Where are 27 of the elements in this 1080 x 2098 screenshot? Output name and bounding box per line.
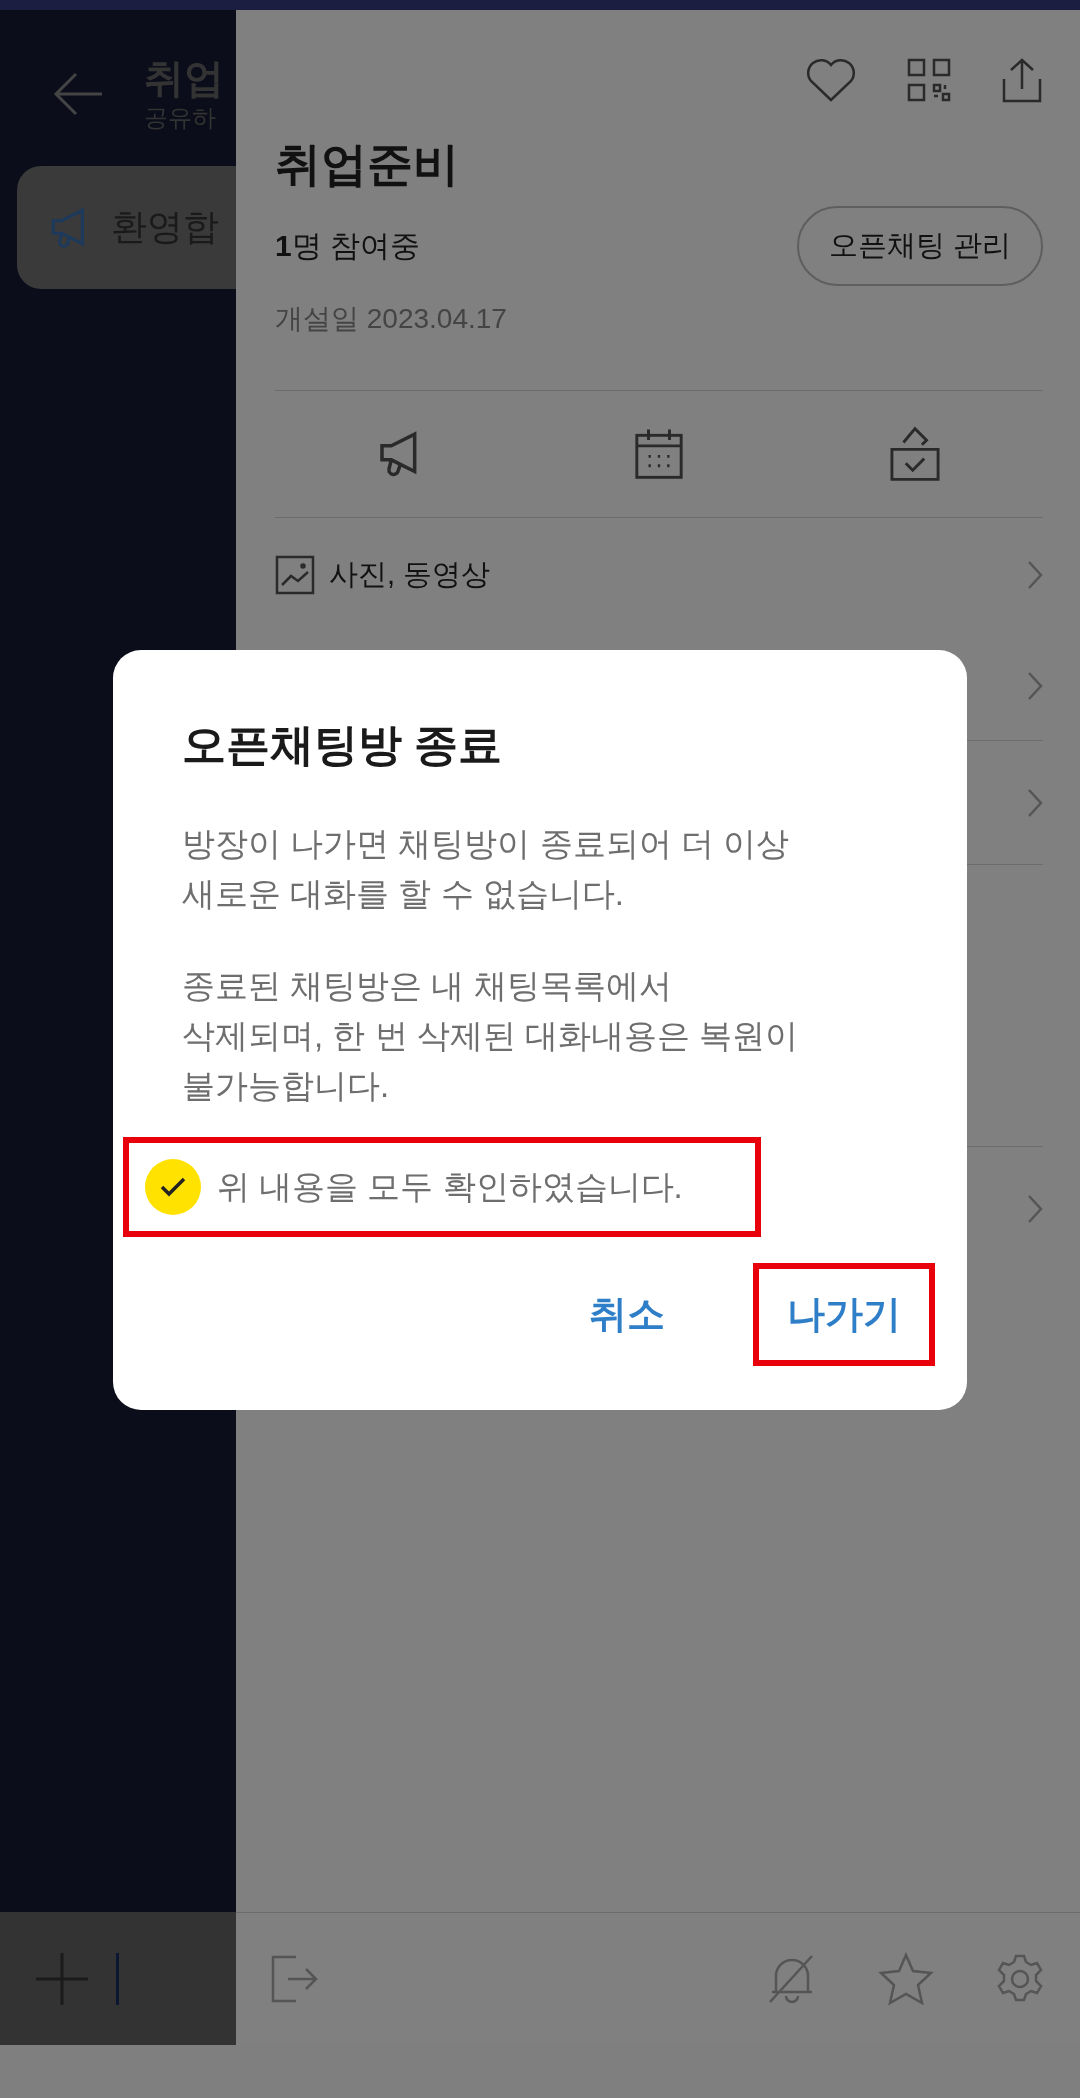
- back-icon[interactable]: [52, 72, 104, 116]
- member-count: 1명 참여중: [275, 227, 421, 264]
- manage-button[interactable]: 오픈채팅 관리: [796, 206, 1043, 286]
- dialog-message: 종료된 채팅방은 내 채팅목록에서 삭제되며, 한 번 삭제된 대화내용은 복원이 불가능합니다.: [182, 966, 799, 1106]
- chevron-right-icon[interactable]: [1027, 1194, 1043, 1224]
- chevron-right-icon[interactable]: [1027, 670, 1043, 701]
- qr-code-icon[interactable]: [907, 58, 951, 102]
- menu-label[interactable]: 사진, 동영상: [329, 554, 491, 595]
- checkmark-icon: [160, 1177, 186, 1197]
- dialog-title: 오픈채팅방 종료: [182, 719, 504, 771]
- created-date: 개설일 2023.04.17: [275, 302, 508, 336]
- plus-icon[interactable]: [36, 1952, 88, 2005]
- checkbox[interactable]: [145, 1159, 201, 1215]
- leave-button[interactable]: 나가기: [753, 1263, 935, 1366]
- exit-icon[interactable]: [270, 1954, 320, 2004]
- image-icon: [275, 554, 315, 595]
- dialog-message: 방장이 나가면 채팅방이 종료되어 더 이상 새로운 대화를 할 수 없습니다.: [182, 824, 790, 914]
- chevron-right-icon[interactable]: [1027, 787, 1043, 818]
- text-cursor: [116, 1952, 119, 2005]
- checkbox-label[interactable]: 위 내용을 모두 확인하였습니다.: [217, 1164, 683, 1210]
- chatroom-title: 취업준비: [275, 137, 460, 192]
- heart-icon[interactable]: [805, 57, 857, 103]
- star-icon[interactable]: [878, 1952, 934, 2006]
- share-icon[interactable]: [1001, 57, 1043, 103]
- ballot-box-icon[interactable]: [887, 424, 943, 484]
- cancel-button[interactable]: 취소: [555, 1263, 699, 1366]
- chevron-right-icon[interactable]: [1027, 559, 1043, 590]
